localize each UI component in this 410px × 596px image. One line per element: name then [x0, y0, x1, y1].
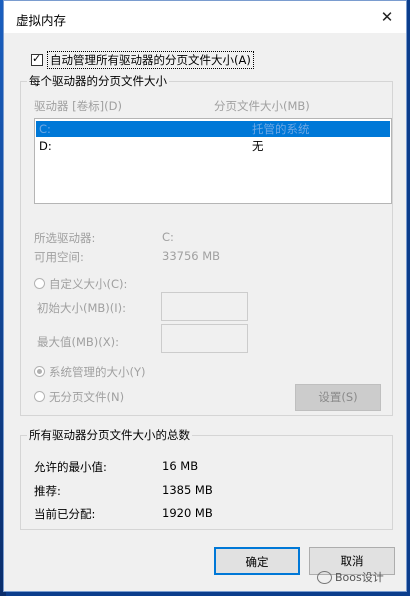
min-allowed-value: 16 MB — [162, 459, 199, 473]
drive-listbox[interactable]: C: 托管的系统 D: 无 — [34, 118, 392, 204]
current-allocated-value: 1920 MB — [162, 506, 213, 520]
current-allocated-label: 当前已分配: — [34, 507, 96, 521]
watermark: Boos设计 — [317, 569, 384, 585]
totals-group-title: 所有驱动器分页文件大小的总数 — [27, 427, 192, 443]
drives-group-title: 每个驱动器的分页文件大小 — [27, 73, 169, 89]
initial-size-input[interactable] — [161, 292, 248, 321]
virtual-memory-dialog: 虚拟内存 ✕ ✓ 自动管理所有驱动器的分页文件大小(A) 每个驱动器的分页文件大… — [3, 0, 407, 592]
window-title: 虚拟内存 — [16, 13, 67, 28]
list-item[interactable]: C: 托管的系统 — [36, 121, 390, 137]
checkbox-box[interactable]: ✓ — [31, 52, 43, 66]
drive-size: 托管的系统 — [252, 122, 310, 136]
title-bar: 虚拟内存 ✕ — [4, 1, 406, 33]
selected-drive-label: 所选驱动器: — [34, 231, 96, 245]
auto-manage-label[interactable]: 自动管理所有驱动器的分页文件大小(A) — [47, 51, 254, 69]
initial-size-label: 初始大小(MB)(I): — [37, 301, 127, 315]
column-header-size: 分页文件大小(MB) — [214, 99, 310, 113]
watermark-text: Boos设计 — [335, 571, 384, 584]
wechat-icon — [317, 570, 332, 584]
selected-drive-value: C: — [162, 230, 174, 244]
set-button[interactable]: 设置(S) — [295, 384, 381, 411]
max-size-input[interactable] — [161, 324, 248, 353]
checkmark-icon: ✓ — [32, 52, 42, 65]
auto-manage-checkbox[interactable]: ✓ 自动管理所有驱动器的分页文件大小(A) — [31, 51, 254, 69]
list-item[interactable]: D: 无 — [36, 138, 390, 154]
system-managed-radio[interactable] — [34, 366, 45, 377]
free-space-label: 可用空间: — [34, 250, 84, 264]
no-paging-label[interactable]: 无分页文件(N) — [49, 389, 124, 405]
drive-letter: C: — [39, 122, 51, 136]
max-size-label: 最大值(MB)(X): — [37, 335, 120, 349]
free-space-value: 33756 MB — [162, 249, 221, 263]
recommended-value: 1385 MB — [162, 483, 213, 497]
custom-size-label[interactable]: 自定义大小(C): — [49, 276, 127, 292]
no-paging-radio[interactable] — [34, 391, 45, 402]
custom-size-radio[interactable] — [34, 278, 45, 289]
drive-size: 无 — [252, 139, 264, 153]
close-button[interactable]: ✕ — [374, 5, 400, 29]
min-allowed-label: 允许的最小值: — [34, 460, 107, 474]
recommended-label: 推荐: — [34, 484, 61, 498]
drive-letter: D: — [39, 139, 52, 153]
column-header-drive: 驱动器 [卷标](D) — [34, 99, 122, 113]
system-managed-label[interactable]: 系统管理的大小(Y) — [49, 364, 146, 380]
ok-button[interactable]: 确定 — [214, 547, 300, 575]
